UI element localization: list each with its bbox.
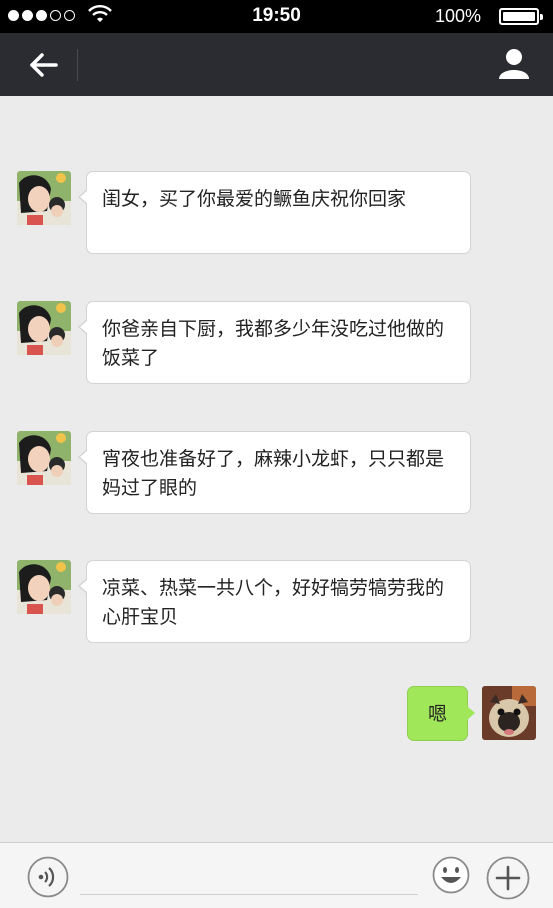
mom-avatar[interactable]: [17, 301, 71, 355]
incoming-message-bubble[interactable]: 宵夜也准备好了，麻辣小龙虾，只只都是妈过了眼的: [78, 431, 471, 514]
incoming-message-bubble[interactable]: 凉菜、热菜一共八个，好好犒劳犒劳我的心肝宝贝: [78, 560, 471, 643]
mom-avatar[interactable]: [17, 560, 71, 614]
back-arrow-icon[interactable]: [28, 51, 60, 79]
incoming-message-bubble[interactable]: 闺女，买了你最爱的鳜鱼庆祝你回家: [78, 171, 471, 254]
nav-divider: [77, 49, 78, 81]
battery-percent: 100%: [434, 6, 481, 26]
voice-icon[interactable]: [27, 856, 69, 898]
mom-avatar[interactable]: [17, 431, 71, 485]
status-bar: 19:50 100%: [0, 0, 553, 33]
outgoing-message-bubble[interactable]: 嗯: [406, 686, 476, 741]
message-input[interactable]: [80, 855, 418, 895]
chat-header: [0, 33, 553, 96]
person-icon[interactable]: [497, 47, 531, 81]
mom-avatar[interactable]: [17, 171, 71, 225]
input-bar: [0, 842, 553, 908]
plus-icon[interactable]: [486, 856, 530, 900]
pug-avatar[interactable]: [482, 686, 536, 740]
chat-area: 闺女，买了你最爱的鳜鱼庆祝你回家 你爸亲自下厨，我都多少年没吃过他做的饭菜了 宵…: [0, 96, 553, 842]
emoji-icon[interactable]: [432, 856, 470, 894]
battery-icon: [499, 8, 543, 25]
incoming-message-bubble[interactable]: 你爸亲自下厨，我都多少年没吃过他做的饭菜了: [78, 301, 471, 384]
